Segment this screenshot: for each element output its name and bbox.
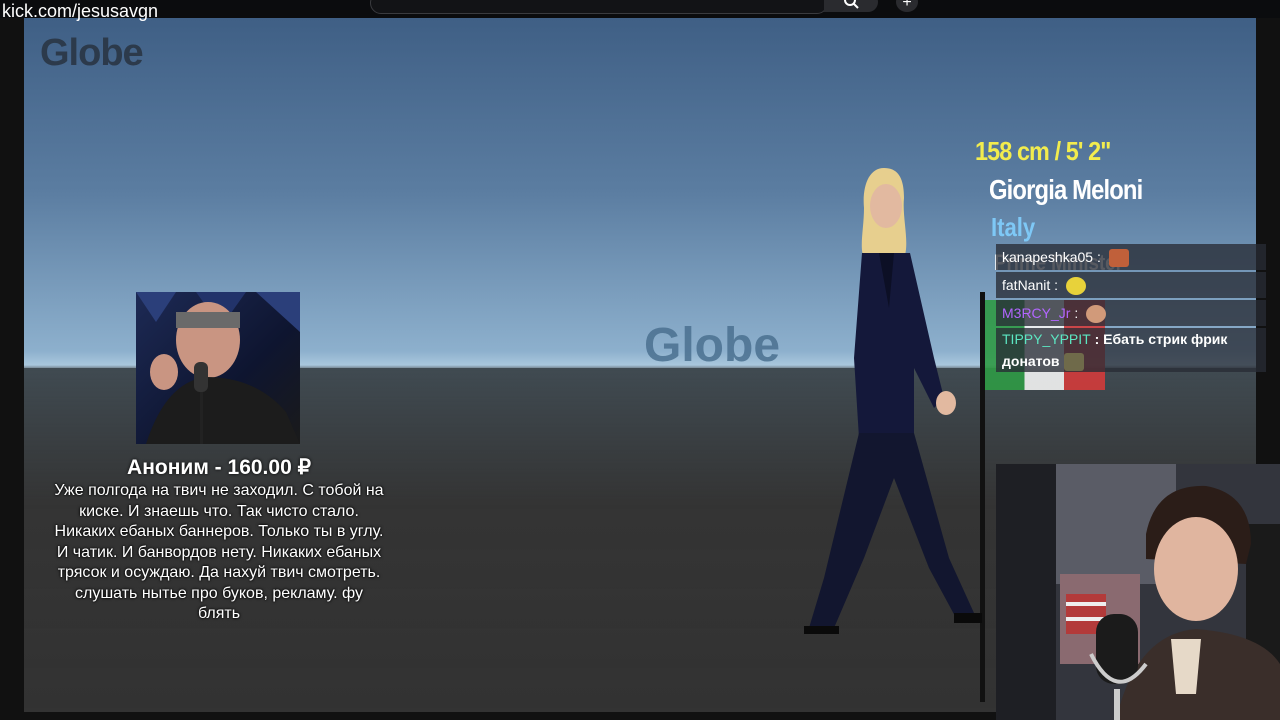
channel-url-overlay: kick.com/jesusavgn	[2, 1, 159, 21]
search-icon	[844, 0, 859, 9]
chat-username: kanapeshka05	[1002, 249, 1094, 265]
chat-username: TIPPY_YPPIT	[1002, 331, 1091, 347]
height-label: 158 cm / 5' 2"	[975, 136, 1111, 166]
person-country: Italy	[991, 212, 1036, 242]
laughing-face-emote-icon	[1108, 249, 1129, 268]
chat-username: M3RCY_Jr	[1002, 305, 1071, 321]
streamer-webcam	[996, 464, 1280, 720]
donation-message: Уже полгода на твич не заходил. С тобой …	[54, 482, 384, 622]
browser-search-button[interactable]	[824, 0, 878, 12]
chat-message: M3RCY_Jr :	[996, 300, 1266, 326]
creature-emote-icon	[1063, 353, 1084, 372]
donation-title: Аноним - 160.00 ₽	[127, 456, 311, 479]
face-emote-icon	[1086, 305, 1107, 324]
browser-search-input[interactable]	[370, 0, 828, 14]
person-name: Giorgia Meloni	[989, 174, 1143, 205]
globe-logo-corner: Globe	[40, 32, 144, 74]
chat-message: fatNanit :	[996, 272, 1266, 298]
donation-image	[136, 292, 300, 444]
chat-message: kanapeshka05 :	[996, 244, 1266, 270]
chat-message: TIPPY_YPPIT : Ебать стрик фрик донатов	[996, 328, 1266, 372]
duck-emote-icon	[1065, 277, 1086, 296]
chat-username: fatNanit	[1002, 277, 1051, 293]
chat-overlay: kanapeshka05 : fatNanit : M3RCY_Jr : TIP…	[996, 244, 1266, 396]
person-figure	[804, 168, 982, 634]
globe-logo-center: Globe	[644, 319, 781, 372]
